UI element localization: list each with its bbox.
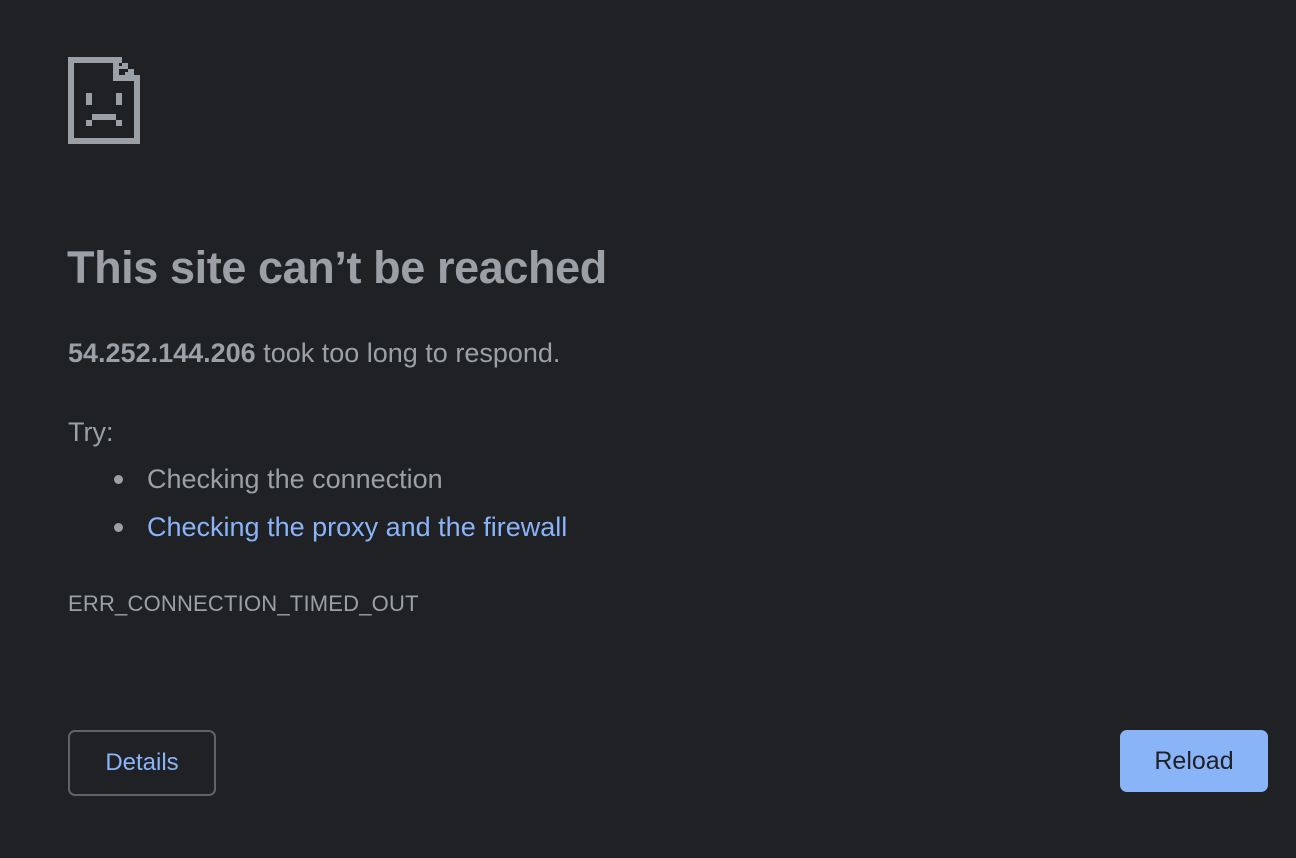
reload-button[interactable]: Reload (1120, 730, 1268, 792)
details-button[interactable]: Details (68, 730, 216, 796)
suggestion-check-connection: Checking the connection (147, 464, 443, 494)
error-host: 54.252.144.206 (68, 338, 256, 368)
suggestion-item: Checking the proxy and the firewall (68, 510, 567, 558)
suggestion-item: Checking the connection (68, 462, 567, 510)
try-label: Try: (68, 417, 114, 447)
error-summary-text: took too long to respond. (255, 338, 561, 368)
sad-page-icon (68, 57, 140, 144)
bullet-icon (114, 475, 123, 484)
bullet-icon (114, 523, 123, 532)
error-code: ERR_CONNECTION_TIMED_OUT (68, 591, 419, 616)
suggestion-list: Checking the connection Checking the pro… (68, 462, 567, 558)
suggestion-proxy-firewall-link[interactable]: Checking the proxy and the firewall (147, 512, 567, 542)
error-heading: This site can’t be reached (67, 242, 607, 293)
error-summary: 54.252.144.206 took too long to respond. (68, 338, 560, 369)
